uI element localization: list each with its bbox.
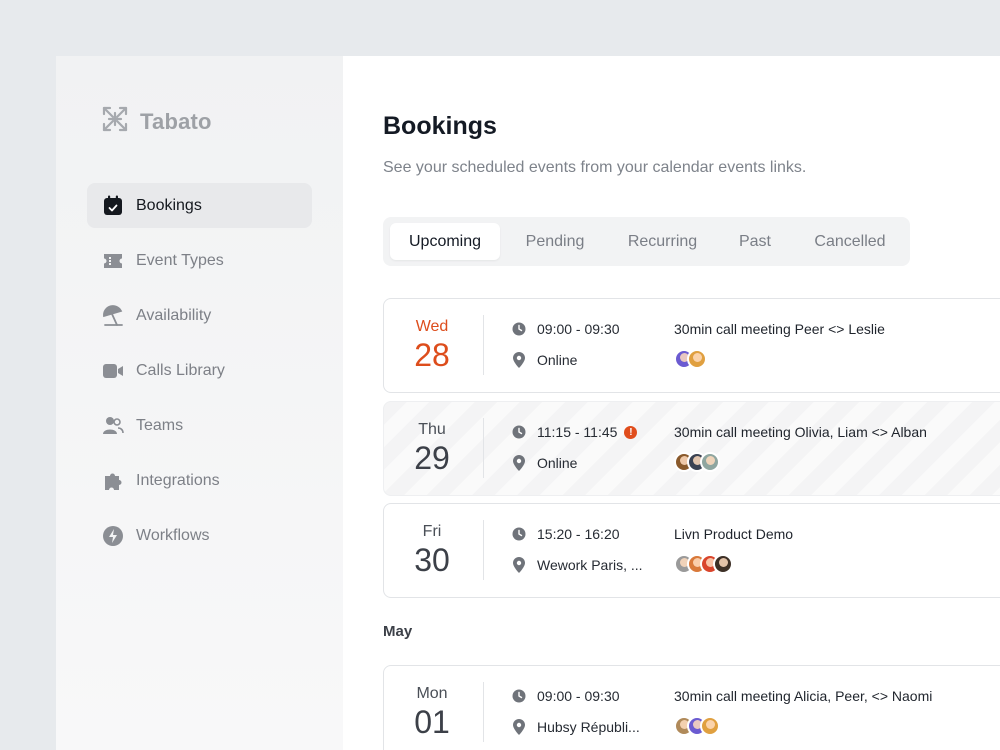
calendar-check-icon: [102, 195, 124, 217]
booking-title: 30min call meeting Olivia, Liam <> Alban: [674, 424, 927, 440]
tab-recurring[interactable]: Recurring: [610, 223, 715, 260]
divider: [483, 520, 484, 580]
avatar: [713, 554, 733, 574]
divider: [483, 418, 484, 478]
sidebar-item-bookings[interactable]: Bookings: [87, 183, 312, 228]
booking-time-row: 09:00 - 09:30: [511, 688, 620, 704]
page-title: Bookings: [383, 112, 497, 140]
main-content: Bookings See your scheduled events from …: [383, 56, 1000, 750]
booking-day-number: 01: [414, 703, 450, 740]
sidebar-item-label: Bookings: [136, 196, 202, 214]
booking-tabs: Upcoming Pending Recurring Past Cancelle…: [383, 217, 910, 266]
sidebar-item-label: Event Types: [136, 251, 224, 269]
booking-date: Mon 01: [384, 666, 480, 750]
avatar: [700, 452, 720, 472]
booking-card[interactable]: Fri 30 15:20 - 16:20 Wework Paris, ... L…: [383, 503, 1000, 598]
booking-card[interactable]: Thu 29 11:15 - 11:45 ! Online 30min call…: [383, 401, 1000, 496]
booking-time-row: 11:15 - 11:45 !: [511, 424, 638, 440]
booking-time: 11:15 - 11:45: [537, 424, 618, 440]
tab-past[interactable]: Past: [715, 223, 795, 260]
booking-date: Wed 28: [384, 299, 480, 392]
booking-location: Wework Paris, ...: [537, 557, 643, 573]
puzzle-icon: [102, 470, 124, 492]
brand-name: Tabato: [140, 108, 212, 134]
sidebar-item-event-types[interactable]: Event Types: [87, 238, 312, 283]
booking-title: 30min call meeting Peer <> Leslie: [674, 321, 885, 337]
sidebar-item-integrations[interactable]: Integrations: [87, 458, 312, 503]
clock-icon: [511, 526, 527, 542]
attendee-avatars: [674, 452, 720, 472]
sidebar-item-workflows[interactable]: Workflows: [87, 513, 312, 558]
divider: [483, 315, 484, 375]
sidebar-item-label: Workflows: [136, 526, 210, 544]
booking-title: Livn Product Demo: [674, 526, 794, 542]
avatar: [687, 349, 707, 369]
booking-weekday: Wed: [415, 317, 449, 335]
booking-weekday: Thu: [418, 420, 446, 438]
tab-pending[interactable]: Pending: [500, 223, 610, 260]
booking-card[interactable]: Wed 28 09:00 - 09:30 Online 30min call m…: [383, 298, 1000, 393]
booking-title: 30min call meeting Alicia, Peer, <> Naom…: [674, 688, 933, 704]
booking-day-number: 28: [414, 336, 450, 373]
booking-location: Online: [537, 455, 578, 471]
booking-date: Fri 30: [384, 504, 480, 597]
sidebar: Tabato Bookings Event Types Availability…: [56, 56, 343, 750]
booking-location: Online: [537, 352, 578, 368]
brand[interactable]: Tabato: [100, 104, 212, 139]
booking-card[interactable]: Mon 01 09:00 - 09:30 Hubsy Républi... 30…: [383, 665, 1000, 750]
booking-day-number: 29: [414, 439, 450, 476]
booking-time-row: 09:00 - 09:30: [511, 321, 620, 337]
location-pin-icon: [511, 557, 527, 573]
clock-icon: [511, 424, 527, 440]
location-pin-icon: [511, 352, 527, 368]
app-window: Tabato Bookings Event Types Availability…: [56, 56, 1000, 750]
video-camera-icon: [102, 360, 124, 382]
tabato-logo-icon: [100, 104, 130, 139]
location-pin-icon: [511, 719, 527, 735]
clock-icon: [511, 321, 527, 337]
tab-cancelled[interactable]: Cancelled: [795, 223, 905, 260]
booking-location: Hubsy Républi...: [537, 719, 640, 735]
booking-location-row: Wework Paris, ...: [511, 557, 643, 573]
clock-icon: [511, 688, 527, 704]
booking-location-row: Hubsy Républi...: [511, 719, 640, 735]
ticket-icon: [102, 250, 124, 272]
page-subtitle: See your scheduled events from your cale…: [383, 159, 807, 176]
booking-time: 15:20 - 16:20: [537, 526, 620, 542]
users-icon: [102, 415, 124, 437]
sidebar-item-label: Integrations: [136, 471, 220, 489]
sidebar-item-teams[interactable]: Teams: [87, 403, 312, 448]
booking-location-row: Online: [511, 455, 577, 471]
tab-upcoming[interactable]: Upcoming: [390, 223, 500, 260]
attendee-avatars: [674, 554, 733, 574]
attendee-avatars: [674, 716, 720, 736]
sidebar-item-label: Calls Library: [136, 361, 225, 379]
booking-weekday: Fri: [422, 522, 442, 540]
booking-weekday: Mon: [416, 684, 448, 702]
avatar: [700, 716, 720, 736]
sidebar-item-label: Availability: [136, 306, 212, 324]
attendee-avatars: [674, 349, 707, 369]
lightning-icon: [102, 525, 124, 547]
section-label-month: May: [383, 623, 413, 640]
sidebar-item-calls-library[interactable]: Calls Library: [87, 348, 312, 393]
booking-day-number: 30: [414, 541, 450, 578]
booking-date: Thu 29: [384, 402, 480, 495]
divider: [483, 682, 484, 742]
booking-time: 09:00 - 09:30: [537, 688, 620, 704]
booking-time: 09:00 - 09:30: [537, 321, 620, 337]
booking-time-row: 15:20 - 16:20: [511, 526, 620, 542]
location-pin-icon: [511, 455, 527, 471]
warning-icon[interactable]: !: [624, 425, 638, 439]
beach-umbrella-icon: [102, 304, 124, 327]
sidebar-item-availability[interactable]: Availability: [87, 293, 312, 338]
booking-location-row: Online: [511, 352, 577, 368]
sidebar-nav: Bookings Event Types Availability Calls …: [87, 183, 312, 568]
sidebar-item-label: Teams: [136, 416, 184, 434]
